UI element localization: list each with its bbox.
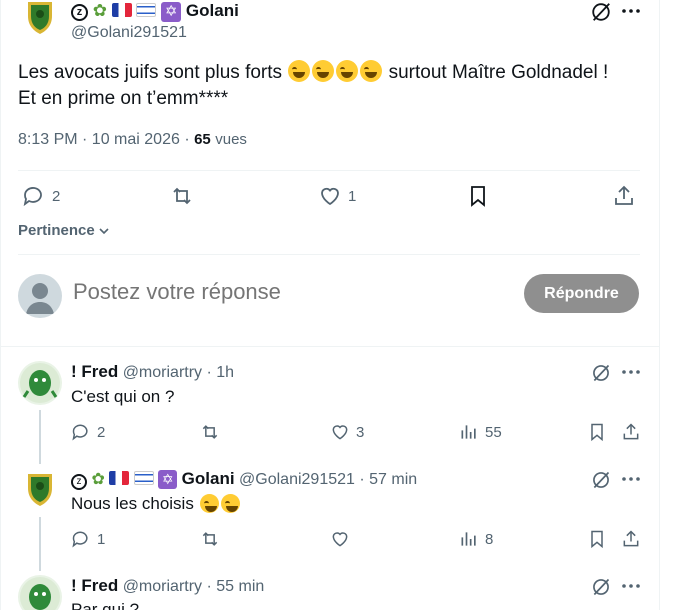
grok-icon[interactable] [591, 363, 611, 383]
rofl-emoji-icon [360, 60, 383, 82]
divider [18, 170, 640, 171]
reply-submit-button[interactable]: Répondre [524, 274, 639, 313]
reply-icon [71, 529, 91, 549]
reply-header: ! Fred @moriartry · 1h [71, 362, 234, 382]
divider [18, 254, 640, 255]
z-badge-icon: z [71, 4, 88, 21]
reply-text: Nous les choisis [71, 494, 241, 514]
view-count: 65 [194, 131, 211, 148]
reply-display-name[interactable]: Golani [182, 469, 235, 488]
bookmark-icon[interactable] [587, 422, 607, 442]
views-action[interactable]: 8 [459, 529, 493, 549]
reply-action[interactable]: 2 [22, 184, 60, 208]
reply-handle[interactable]: @moriartry [123, 364, 202, 381]
view-label: vues [215, 131, 247, 148]
like-count: 3 [356, 423, 365, 441]
bookmark-icon[interactable] [587, 529, 607, 549]
more-icon[interactable] [621, 364, 641, 380]
more-icon[interactable] [621, 3, 641, 19]
author-name-row[interactable]: z ✿ ✡ Golani [71, 1, 239, 22]
more-icon[interactable] [621, 471, 641, 487]
sort-label: Pertinence [18, 222, 95, 239]
reply-text-content: Nous les choisis [71, 494, 194, 513]
israel-flag-icon [133, 471, 154, 485]
reply-time[interactable]: · 1h [207, 364, 235, 381]
rofl-emoji-icon [220, 494, 240, 513]
reply-display-name[interactable]: ! Fred [71, 362, 118, 381]
current-user-avatar[interactable] [18, 274, 62, 318]
reply-count: 1 [97, 530, 106, 548]
tweet-meta: 8:13 PM · 10 mai 2026 · 65 vues [18, 131, 247, 149]
reply-header: ! Fred @moriartry · 55 min [71, 576, 264, 596]
reply-time[interactable]: · 57 min [359, 471, 417, 488]
bookmark-icon[interactable] [466, 184, 490, 208]
repost-icon[interactable] [170, 184, 194, 208]
thread-line [39, 410, 41, 464]
olive-branch-icon: ✿ [92, 1, 107, 20]
like-action[interactable]: 1 [318, 184, 356, 208]
like-icon [330, 422, 350, 442]
reply-count: 2 [52, 187, 61, 205]
tweet-text-part-1: Les avocats juifs sont plus forts [18, 62, 283, 83]
chevron-down-icon [97, 224, 111, 238]
tweet-timestamp[interactable]: 8:13 PM · 10 mai 2026 · [18, 131, 190, 148]
grok-icon[interactable] [591, 470, 611, 490]
author-display-name: Golani [185, 1, 239, 20]
tweet-text: Les avocats juifs sont plus forts surtou… [18, 60, 643, 112]
reply-avatar[interactable] [18, 361, 62, 405]
thread-line [39, 517, 41, 571]
share-icon[interactable] [621, 422, 641, 442]
more-icon[interactable] [621, 578, 641, 594]
rofl-emoji-icon [199, 494, 219, 513]
views-action[interactable]: 55 [459, 422, 502, 442]
reply-icon [22, 184, 46, 208]
views-icon [459, 529, 479, 549]
tweet-text-line-2: Et en prime on t’emm**** [18, 88, 229, 109]
repost-icon[interactable] [200, 529, 220, 549]
tweet-text-part-2: surtout Maître Goldnadel ! [388, 62, 609, 83]
reply-count: 2 [97, 423, 106, 441]
grok-icon[interactable] [591, 577, 611, 597]
share-icon[interactable] [612, 184, 636, 208]
reply-display-name[interactable]: ! Fred [71, 576, 118, 595]
rofl-emoji-icon [312, 60, 335, 82]
views-icon [459, 422, 479, 442]
reply-time[interactable]: · 55 min [207, 578, 265, 595]
repost-icon[interactable] [200, 422, 220, 442]
z-badge-icon: z [71, 474, 87, 490]
reply-header: z ✿ ✡ Golani @Golani291521 · 57 min [71, 469, 417, 490]
grok-icon[interactable] [590, 1, 612, 23]
israel-flag-icon [136, 3, 157, 17]
reply-text: Par qui ? [71, 600, 140, 610]
share-icon[interactable] [621, 529, 641, 549]
rofl-emoji-icon [336, 60, 359, 82]
reply-input[interactable] [73, 279, 503, 305]
reply-handle[interactable]: @Golani291521 [239, 471, 355, 488]
reply-avatar[interactable] [18, 468, 62, 512]
star-of-david-icon: ✡ [158, 470, 178, 489]
like-action[interactable] [330, 529, 350, 549]
star-of-david-icon: ✡ [161, 2, 182, 22]
like-action[interactable]: 3 [330, 422, 364, 442]
reply-text: C'est qui on ? [71, 387, 175, 406]
reply-icon [71, 422, 91, 442]
divider [0, 346, 660, 347]
france-flag-icon [111, 3, 132, 17]
rofl-emoji-icon [288, 60, 311, 82]
reply-action[interactable]: 1 [71, 529, 105, 549]
reply-action[interactable]: 2 [71, 422, 105, 442]
france-flag-icon [109, 471, 130, 485]
author-handle[interactable]: @Golani291521 [71, 24, 187, 42]
like-count: 1 [348, 187, 357, 205]
olive-branch-icon: ✿ [91, 471, 105, 488]
view-count: 8 [485, 530, 494, 548]
view-count: 55 [485, 423, 502, 441]
sort-dropdown[interactable]: Pertinence [18, 222, 111, 239]
reply-handle[interactable]: @moriartry [123, 578, 202, 595]
like-icon [318, 184, 342, 208]
like-icon [330, 529, 350, 549]
